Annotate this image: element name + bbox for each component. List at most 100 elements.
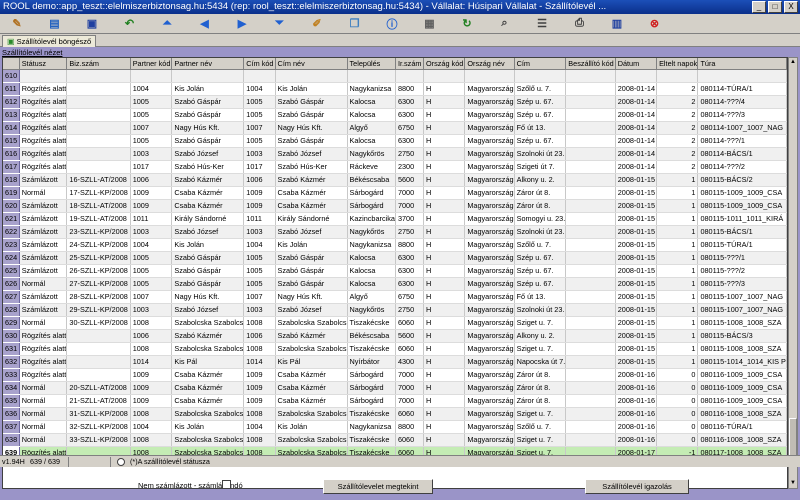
scroll-thumb[interactable] [789,418,797,458]
list-icon[interactable]: ☰ [531,15,553,33]
table-cell: 27-SZLL-KP/2008 [66,277,131,291]
table-row[interactable]: 616 Rögzítés alatt 1003 Szabó József 1003 Sza… [3,147,787,161]
refresh-icon[interactable]: ↻ [456,15,478,33]
vertical-scrollbar[interactable]: ▲ ▼ [788,57,798,489]
tab-szallitolevel-bongeszo[interactable]: ▣ Szállítólevél böngésző [2,35,97,47]
search-icon[interactable]: ⌕ [494,15,516,33]
table-cell: 1004 [130,238,173,252]
column-header[interactable]: Cím név [275,58,348,70]
table-row[interactable]: 633 Rögzítés alatt 1009 Csaba Kázmér 1009 Csa… [3,368,787,382]
table-cell: 1 [656,264,699,278]
table-row[interactable]: 618 Számlázott 16-SZLL-AT/2008 1006 Szabó Ká… [3,173,787,187]
scroll-up-icon[interactable]: ▲ [789,58,797,67]
table-row[interactable]: 626 Normál 27-SZLL-KP/2008 1005 Szabó Gáspár… [3,277,787,291]
table-row[interactable]: 614 Rögzítés alatt 1007 Nagy Hús Kft. 1007 Na… [3,121,787,135]
pen-icon[interactable]: ✎ [6,15,28,33]
table-row[interactable]: 624 Számlázott 25-SZLL-KP/2008 1005 Szabó Gá… [3,251,787,265]
column-header[interactable]: Ir.szám [395,58,425,70]
table-row[interactable]: 631 Rögzítés alatt 1008 Szabolcska Szabolcs… [3,342,787,356]
undo-arrow-icon[interactable]: ↶ [119,15,141,33]
table-cell: Záror út 8. [514,368,567,382]
table-row[interactable]: 611 Rögzítés alatt 1004 Kis Jolán 1004 Kis Jo… [3,82,787,96]
table-row[interactable]: 620 Számlázott 18-SZLL-AT/2008 1009 Csaba Ká… [3,199,787,213]
table-cell: 6300 [395,134,425,148]
edit-icon[interactable]: ✐ [306,15,328,33]
table-cell: Szabó József [171,303,245,317]
table-row[interactable]: 613 Rögzítés alatt 1005 Szabó Gáspár 1005 Sza… [3,108,787,122]
table-cell: 6300 [395,264,425,278]
column-header[interactable]: Település [347,58,396,70]
table-cell: 1 [656,225,699,239]
table-cell: 1014 [243,355,276,369]
table-cell: 2008-01-16 [615,381,658,395]
table-cell: 25-SZLL-KP/2008 [66,251,131,265]
table-cell: Nagykőrös [347,303,396,317]
unbilled-checkbox[interactable] [222,480,231,489]
table-row[interactable]: 635 Normál 21-SZLL-AT/2008 1009 Csaba Kázmér… [3,394,787,408]
table-cell: Szabó Gáspár [171,134,245,148]
table-cell: 8800 [395,420,425,434]
table-cell: 2008-01-16 [615,368,658,382]
print-icon[interactable]: ⎙ [569,15,591,33]
table-row[interactable]: 638 Normál 33-SZLL-KP/2008 1008 Szabolcska S… [3,433,787,447]
calculator-icon[interactable]: ▦ [419,15,441,33]
table-cell: Normál [19,316,68,330]
column-header[interactable]: Cím [514,58,567,70]
table-cell: 1 [656,173,699,187]
table-row[interactable]: 622 Számlázott 23-SZLL-KP/2008 1003 Szabó Jó… [3,225,787,239]
column-header[interactable]: Beszállító kód [565,58,616,70]
table-cell [66,160,131,174]
save-disk-icon[interactable]: ▣ [81,15,103,33]
table-row[interactable]: 612 Rögzítés alatt 1005 Szabó Gáspár 1005 Sza… [3,95,787,109]
table-row[interactable]: 637 Normál 32-SZLL-KP/2008 1004 Kis Jolán 100… [3,420,787,434]
table-row[interactable]: 632 Rögzítés alatt 1014 Kis Pál 1014 Kis Pál N… [3,355,787,369]
table-row[interactable]: 619 Normál 17-SZLL-KP/2008 1009 Csaba Kázmér… [3,186,787,200]
table-row[interactable]: 630 Rögzítés alatt 1006 Szabó Kázmér 1006 Sza… [3,329,787,343]
table-row[interactable]: 610 [3,69,787,83]
close-button[interactable]: X [784,1,798,13]
column-header[interactable]: Ország kód [423,58,466,70]
column-header[interactable]: Túra [697,58,787,70]
table-cell: 6300 [395,251,425,265]
column-header[interactable]: Eltelt napok [656,58,699,70]
table-cell: Szőlő u. 7. [514,82,567,96]
column-header[interactable]: Biz.szám [66,58,131,70]
table-cell: 2750 [395,147,425,161]
exit-icon[interactable]: ⊗ [644,15,666,33]
next-record-icon[interactable]: ▶ [231,15,253,33]
table-row[interactable]: 634 Normál 20-SZLL-AT/2008 1009 Csaba Kázmér… [3,381,787,395]
last-record-icon[interactable]: ⏷ [269,15,291,33]
table-row[interactable]: 615 Rögzítés alatt 1005 Szabó Gáspár 1005 Sza… [3,134,787,148]
table-row[interactable]: 628 Számlázott 29-SZLL-KP/2008 1003 Szabó Jó… [3,303,787,317]
confirm-delivery-note-button[interactable]: Szállítólevél igazolás [585,479,689,494]
row-number-header[interactable] [3,58,20,70]
table-row[interactable]: 621 Számlázott 19-SZLL-AT/2008 1011 Király S… [3,212,787,226]
show-delivery-note-button[interactable]: Szállítólevelet megtekint [323,479,433,494]
copy-icon[interactable]: ❐ [344,15,366,33]
table-row[interactable]: 629 Normál 30-SZLL-KP/2008 1008 Szabolcska S… [3,316,787,330]
table-row[interactable]: 625 Számlázott 26-SZLL-KP/2008 1005 Szabó Gá… [3,264,787,278]
first-record-icon[interactable]: ⏶ [156,15,178,33]
maximize-button[interactable]: □ [768,1,782,13]
grid-icon[interactable]: ▥ [606,15,628,33]
table-row[interactable]: 623 Számlázott 24-SZLL-KP/2008 1004 Kis Jolá… [3,238,787,252]
open-folder-icon[interactable]: ▤ [44,15,66,33]
column-header[interactable]: Cím kód [243,58,276,70]
column-header[interactable]: Státusz [19,58,68,70]
column-header[interactable]: Dátum [615,58,658,70]
minimize-button[interactable]: _ [752,1,766,13]
column-header[interactable]: Partner név [171,58,245,70]
table-cell: Számlázott [19,264,68,278]
table-cell: 1009 [243,199,276,213]
column-header[interactable]: Ország név [464,58,515,70]
column-header[interactable]: Partner kód [130,58,173,70]
previous-record-icon[interactable]: ◀ [194,15,216,33]
table-cell: 1 [656,186,699,200]
info-icon[interactable]: ⓘ [381,15,403,33]
table-row[interactable]: 627 Számlázott 28-SZLL-KP/2008 1007 Nagy Hús… [3,290,787,304]
table-row[interactable]: 636 Normál 31-SZLL-KP/2008 1008 Szabolcska S… [3,407,787,421]
data-grid[interactable]: Státusz Biz.szám Partner kód Partner név Cím… [2,57,788,489]
table-row[interactable]: 617 Rögzítés alatt 1017 Szabó Hús-Ker 1017 Sz… [3,160,787,174]
status-radio[interactable] [117,458,125,466]
status-divider [68,457,69,467]
